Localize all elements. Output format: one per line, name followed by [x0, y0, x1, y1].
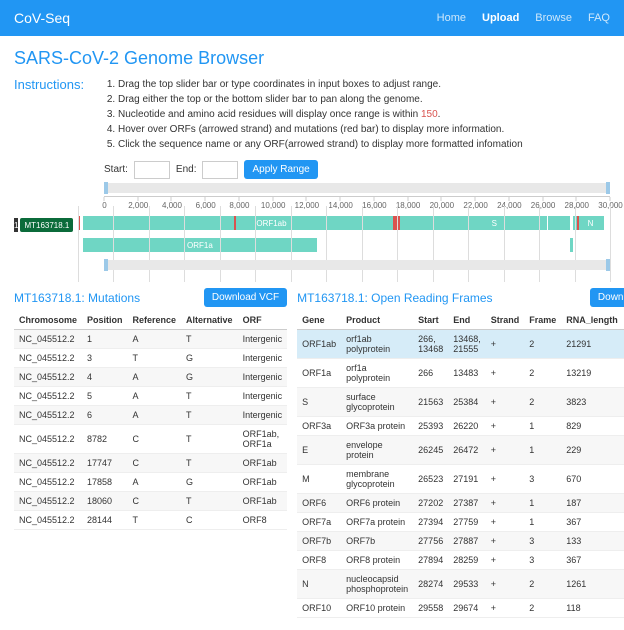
col-header: ORF: [238, 311, 288, 330]
end-input[interactable]: [202, 161, 238, 179]
orf-s[interactable]: S: [460, 216, 528, 230]
col-header: Reference: [128, 311, 182, 330]
nav-link-browse[interactable]: Browse: [535, 12, 572, 24]
col-header: Chromosome: [14, 311, 82, 330]
table-row[interactable]: ORF1aborf1ab polyprotein266, 1346813468,…: [297, 330, 624, 359]
mutation-marker[interactable]: [234, 216, 236, 230]
orf-e[interactable]: [543, 216, 547, 230]
col-header: Start: [413, 311, 448, 330]
orf-orf3a[interactable]: [528, 216, 543, 230]
download-vcf-button[interactable]: Download VCF: [204, 288, 287, 307]
instructions-list: Drag the top slider bar or type coordina…: [102, 77, 523, 152]
table-row[interactable]: Nnucleocapsid phosphoprotein2827429533+2…: [297, 570, 624, 599]
ruler: 02,0004,0006,0008,00010,00012,00014,0001…: [104, 196, 610, 210]
navbar: CoV-Seq Home Upload Browse FAQ: [0, 0, 624, 36]
orf-orf1ab[interactable]: ORF1ab: [83, 216, 461, 230]
range-controls: Start: End: Apply Range: [104, 160, 610, 179]
top-slider[interactable]: [104, 183, 610, 193]
instruction-item: Click the sequence name or any ORF(arrow…: [118, 137, 523, 152]
table-row[interactable]: ORF3aORF3a protein2539326220+1829No: [297, 417, 624, 436]
table-row[interactable]: Ssurface glycoprotein2156325384+23823No: [297, 388, 624, 417]
instructions: Instructions: Drag the top slider bar or…: [14, 77, 610, 152]
table-row[interactable]: NC_045512.217747CTORF1ab: [14, 454, 287, 473]
table-row[interactable]: ORF10ORF10 protein2955829674+2118No: [297, 599, 624, 618]
instruction-item: Drag either the top or the bottom slider…: [118, 92, 523, 107]
start-input[interactable]: [134, 161, 170, 179]
nav-link-faq[interactable]: FAQ: [588, 12, 610, 24]
col-header: Strand: [486, 311, 525, 330]
table-row[interactable]: NC_045512.21ATIntergenic: [14, 330, 287, 349]
table-row[interactable]: NC_045512.23TGIntergenic: [14, 349, 287, 368]
orf-table: GeneProductStartEndStrandFrameRNA_length…: [297, 311, 624, 618]
download-orf-button[interactable]: Download ORF: [590, 288, 624, 307]
mutation-marker[interactable]: [398, 216, 400, 230]
start-label: Start:: [104, 164, 128, 175]
brand: CoV-Seq: [14, 10, 70, 26]
col-header: Position: [82, 311, 128, 330]
table-row[interactable]: NC_045512.218060CTORF1ab: [14, 492, 287, 511]
table-row[interactable]: ORF1aorf1a polyprotein26613483+213219No: [297, 359, 624, 388]
nav-link-upload[interactable]: Upload: [482, 12, 519, 24]
instruction-item: Drag the top slider bar or type coordina…: [118, 77, 523, 92]
nav-link-home[interactable]: Home: [437, 12, 466, 24]
table-row[interactable]: NC_045512.24AGIntergenic: [14, 368, 287, 387]
table-row[interactable]: NC_045512.25ATIntergenic: [14, 387, 287, 406]
orf-orf1a[interactable]: ORF1a: [83, 238, 317, 252]
mutations-table: ChromosomePositionReferenceAlternativeOR…: [14, 311, 287, 530]
col-header: End: [448, 311, 486, 330]
col-header: Gene: [297, 311, 341, 330]
mutation-marker[interactable]: [577, 216, 579, 230]
orf-n[interactable]: N: [579, 216, 601, 230]
col-header: Frame: [524, 311, 561, 330]
mutations-panel: MT163718.1: Mutations Download VCF Chrom…: [14, 288, 287, 618]
nav-links: Home Upload Browse FAQ: [437, 12, 610, 24]
end-label: End:: [176, 164, 197, 175]
instructions-label: Instructions:: [14, 77, 92, 152]
col-header: Alternative: [181, 311, 238, 330]
track-area: 1 MT163718.1 ORF1abS N ORF1a: [14, 210, 610, 254]
table-row[interactable]: ORF7bORF7b2775627887+3133No: [297, 532, 624, 551]
table-row[interactable]: NC_045512.28782CTORF1ab, ORF1a: [14, 425, 287, 454]
col-header: RNA_length: [561, 311, 623, 330]
mutations-title: MT163718.1: Mutations: [14, 291, 140, 305]
orf-orf10[interactable]: [602, 216, 604, 230]
col-header: Product: [341, 311, 413, 330]
instruction-item: Nucleotide and amino acid residues will …: [118, 107, 523, 122]
orf-orf7a[interactable]: [564, 216, 570, 230]
table-row[interactable]: ORF8ORF8 protein2789428259+3367No: [297, 551, 624, 570]
table-row[interactable]: Eenvelope protein2624526472+1229No: [297, 436, 624, 465]
orf-panel: MT163718.1: Open Reading Frames Download…: [297, 288, 624, 618]
orf-orf7b[interactable]: [570, 238, 572, 252]
orf-title: MT163718.1: Open Reading Frames: [297, 291, 492, 305]
table-row[interactable]: ORF7aORF7a protein2739427759+1367No: [297, 513, 624, 532]
instruction-item: Hover over ORFs (arrowed strand) and mut…: [118, 122, 523, 137]
bottom-slider[interactable]: [104, 260, 610, 270]
table-row[interactable]: NC_045512.228144TCORF8: [14, 511, 287, 530]
apply-range-button[interactable]: Apply Range: [244, 160, 317, 179]
sequence-index: 1: [14, 218, 18, 232]
orf-m[interactable]: [548, 216, 560, 230]
table-row[interactable]: NC_045512.26ATIntergenic: [14, 406, 287, 425]
table-row[interactable]: ORF6ORF6 protein2720227387+1187No: [297, 494, 624, 513]
table-row[interactable]: NC_045512.217858AGORF1ab: [14, 473, 287, 492]
page-title: SARS-CoV-2 Genome Browser: [14, 48, 610, 69]
tracks: ORF1abS N ORF1a: [78, 210, 610, 254]
table-row[interactable]: Mmembrane glycoprotein2652327191+3670No: [297, 465, 624, 494]
sequence-name[interactable]: MT163718.1: [20, 218, 73, 232]
